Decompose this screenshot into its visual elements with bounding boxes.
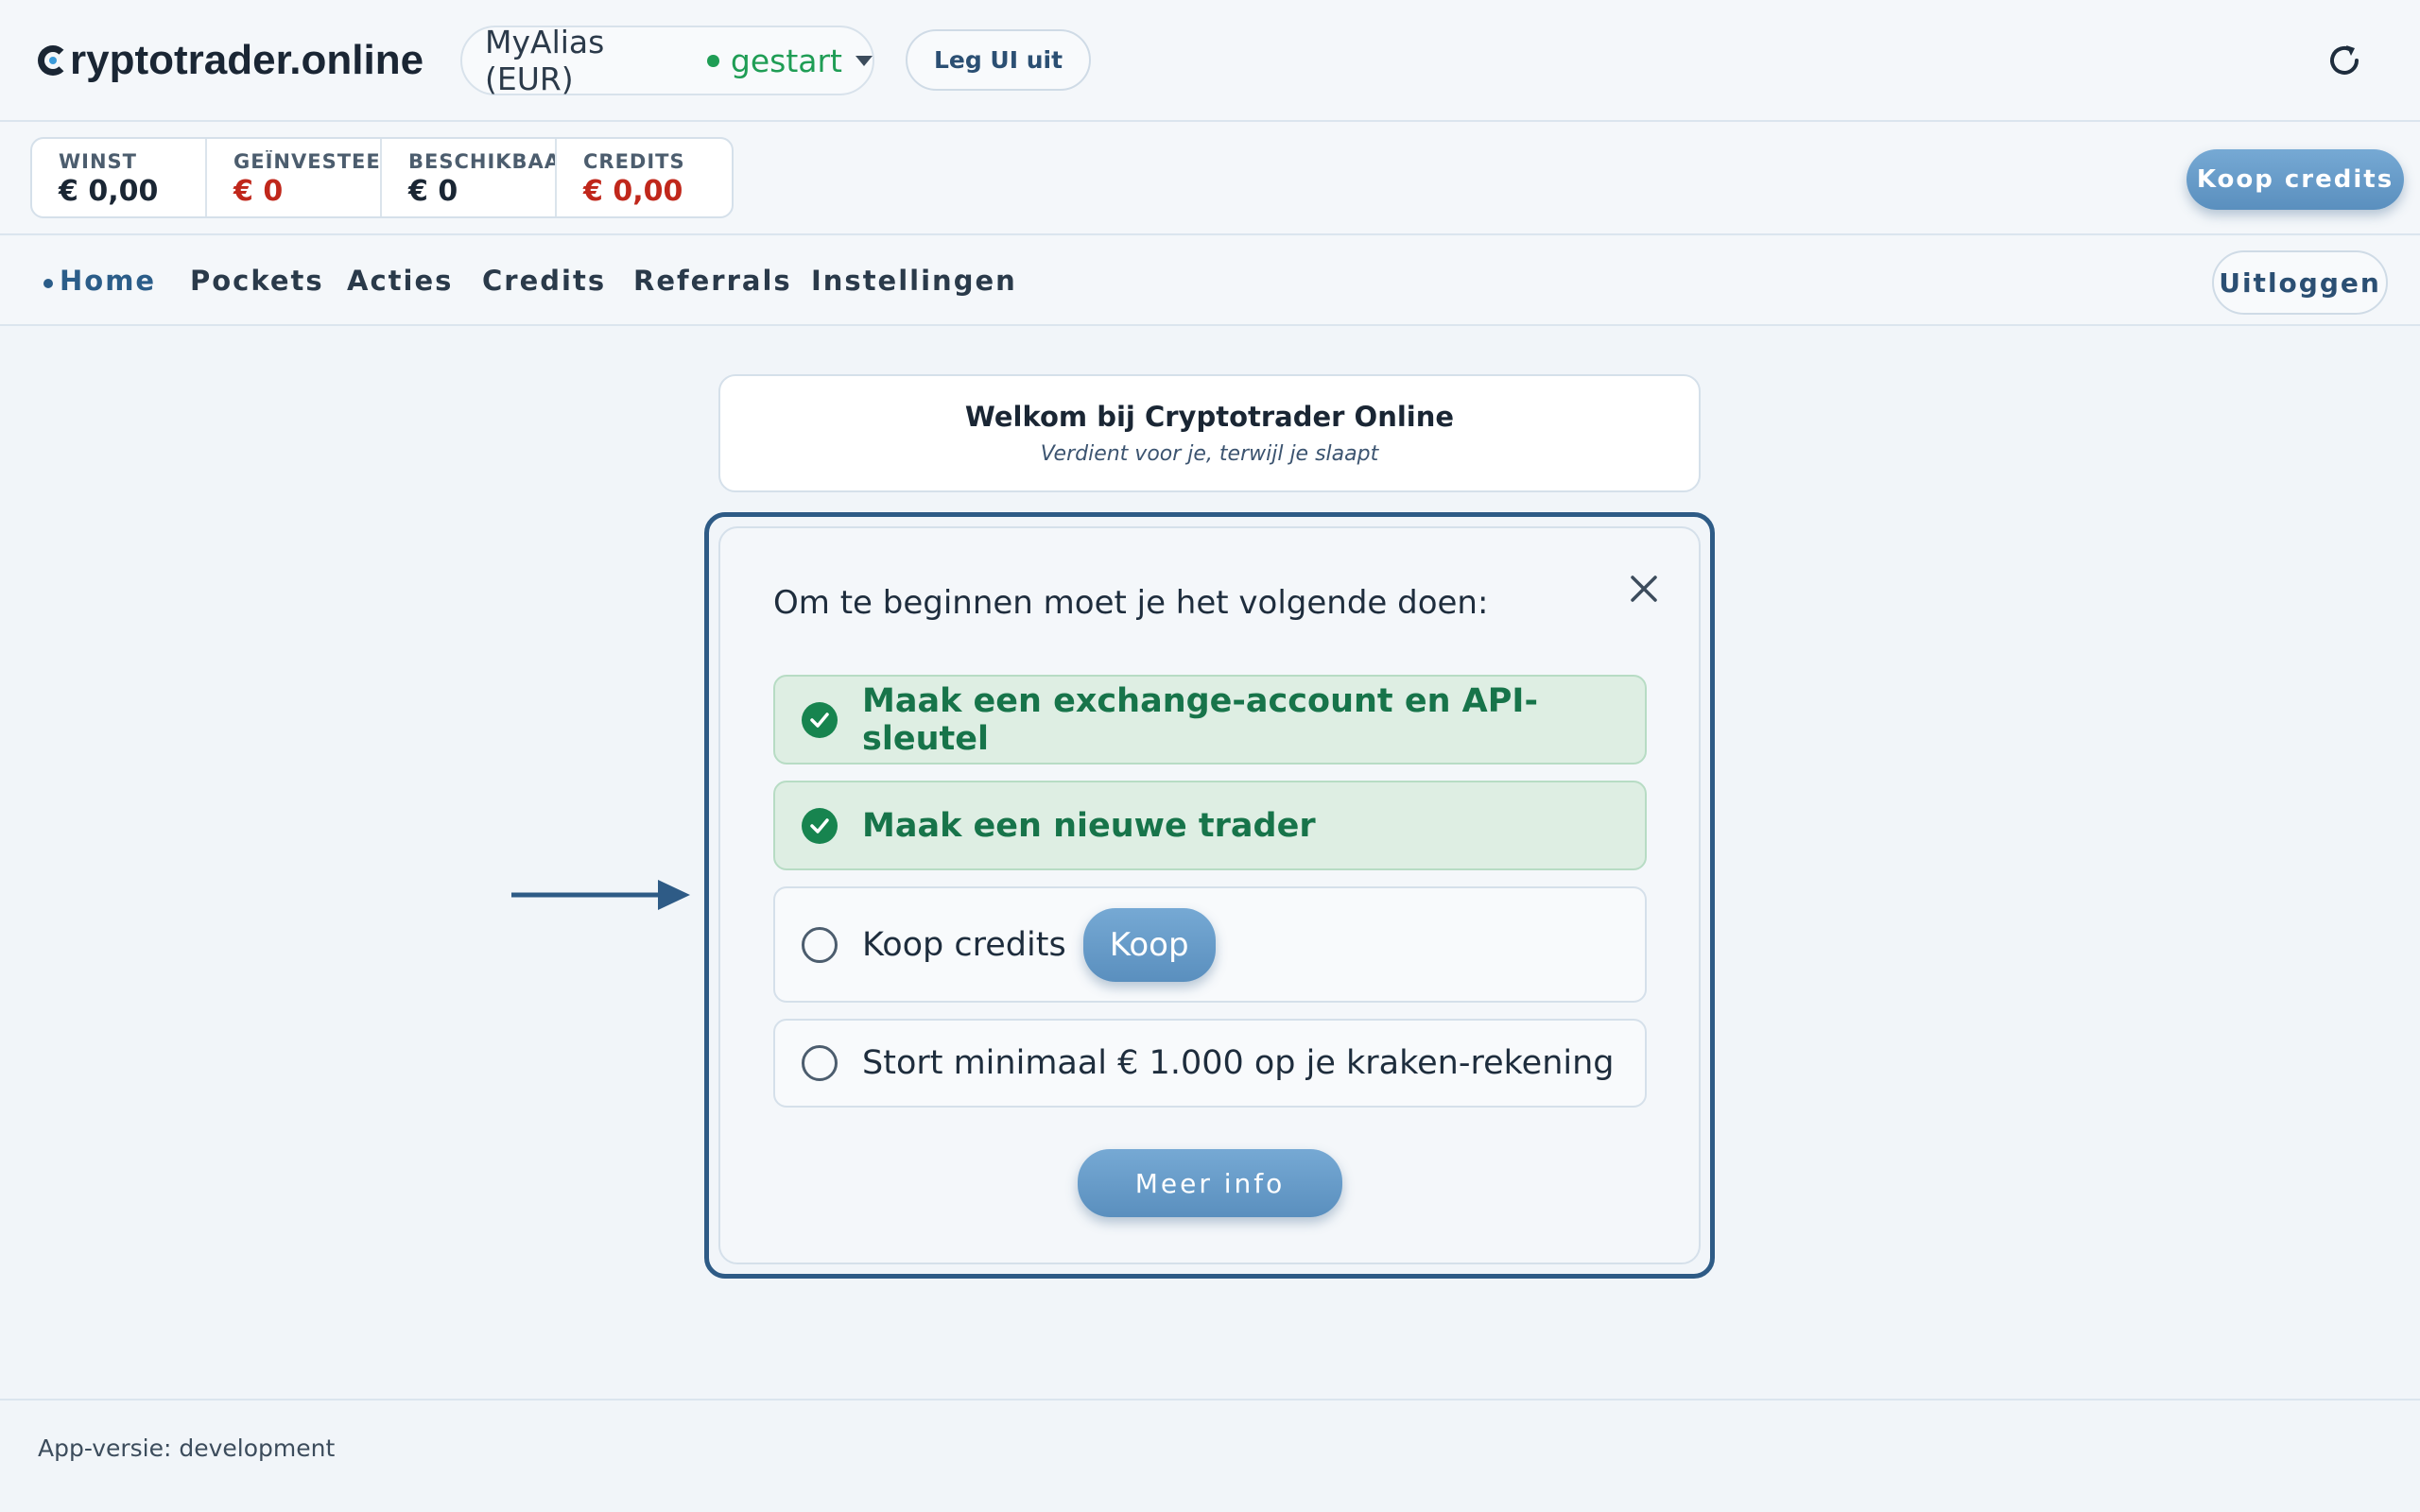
stat-value: € 0,00 <box>59 175 159 208</box>
nav-item-pockets[interactable]: Pockets <box>190 265 324 297</box>
stat-label: BESCHIKBAAR <box>408 150 555 173</box>
close-icon[interactable] <box>1627 572 1661 606</box>
chevron-down-icon <box>856 55 873 66</box>
stat-beschikbaar: BESCHIKBAAR € 0 <box>382 139 557 216</box>
meer-info-button[interactable]: Meer info <box>1078 1149 1342 1217</box>
task-exchange-account: Maak een exchange-account en API-sleutel <box>773 675 1647 765</box>
stat-credits: CREDITS € 0,00 <box>557 139 732 216</box>
task-label: Stort minimaal € 1.000 op je kraken-reke… <box>862 1044 1615 1082</box>
stat-value: € 0 <box>408 175 458 208</box>
footer: App-versie: development <box>0 1399 2420 1512</box>
task-koop-credits: Koop credits Koop <box>773 886 1647 1003</box>
nav-item-home[interactable]: Home <box>60 265 156 297</box>
nav-item-referrals[interactable]: Referrals <box>633 265 792 297</box>
nav-item-acties[interactable]: Acties <box>347 265 453 297</box>
task-new-trader: Maak een nieuwe trader <box>773 781 1647 870</box>
task-deposit: Stort minimaal € 1.000 op je kraken-reke… <box>773 1019 1647 1108</box>
stats-bar: WINST € 0,00 GEÏNVESTEERD € 0 BESCHIKBAA… <box>0 122 2420 235</box>
logo[interactable]: ryptotrader.online <box>38 34 424 87</box>
logo-c-icon <box>38 45 68 76</box>
stat-value: € 0 <box>233 175 284 208</box>
nav-item-instellingen[interactable]: Instellingen <box>811 265 1017 297</box>
nav-item-credits[interactable]: Credits <box>482 265 606 297</box>
refresh-icon[interactable] <box>2325 42 2363 79</box>
stat-label: WINST <box>59 150 138 173</box>
account-select[interactable]: MyAlias (EUR) gestart <box>460 24 874 97</box>
app-version: App-versie: development <box>38 1435 336 1462</box>
stat-label: GEÏNVESTEERD <box>233 150 380 173</box>
circle-icon <box>802 1045 838 1081</box>
stat-label: CREDITS <box>583 150 685 173</box>
leg-ui-uit-button[interactable]: Leg UI uit <box>906 29 1091 91</box>
stat-geinvesteerd: GEÏNVESTEERD € 0 <box>207 139 382 216</box>
koop-button[interactable]: Koop <box>1082 907 1216 982</box>
check-circle-icon <box>802 807 838 844</box>
task-label: Maak een exchange-account en API-sleutel <box>862 681 1538 758</box>
koop-credits-button[interactable]: Koop credits <box>2187 149 2404 210</box>
task-label: Koop credits <box>862 925 1066 964</box>
main-nav: Home Pockets Acties Credits Referrals In… <box>0 236 2420 326</box>
check-circle-icon <box>802 701 838 738</box>
logout-button[interactable]: Uitloggen <box>2212 250 2388 315</box>
arrow-right-icon <box>511 880 690 910</box>
stat-value: € 0,00 <box>583 175 683 208</box>
logo-text: ryptotrader.online <box>70 37 424 83</box>
stat-winst: WINST € 0,00 <box>32 139 207 216</box>
welcome-title: Welkom bij Cryptotrader Online <box>964 401 1455 433</box>
welcome-subtitle: Verdient voor je, terwijl je slaapt <box>1040 442 1379 466</box>
account-status: gestart <box>730 42 842 79</box>
onboarding-title: Om te beginnen moet je het volgende doen… <box>773 584 1489 622</box>
stats-panel: WINST € 0,00 GEÏNVESTEERD € 0 BESCHIKBAA… <box>30 137 734 218</box>
circle-icon <box>802 926 838 963</box>
active-dot-icon <box>43 279 53 288</box>
account-alias: MyAlias (EUR) <box>485 24 605 97</box>
top-header: ryptotrader.online MyAlias (EUR) gestart… <box>0 0 2420 122</box>
welcome-card: Welkom bij Cryptotrader Online Verdient … <box>718 374 1701 492</box>
status-dot-icon <box>707 54 719 67</box>
task-label: Maak een nieuwe trader <box>862 806 1316 845</box>
